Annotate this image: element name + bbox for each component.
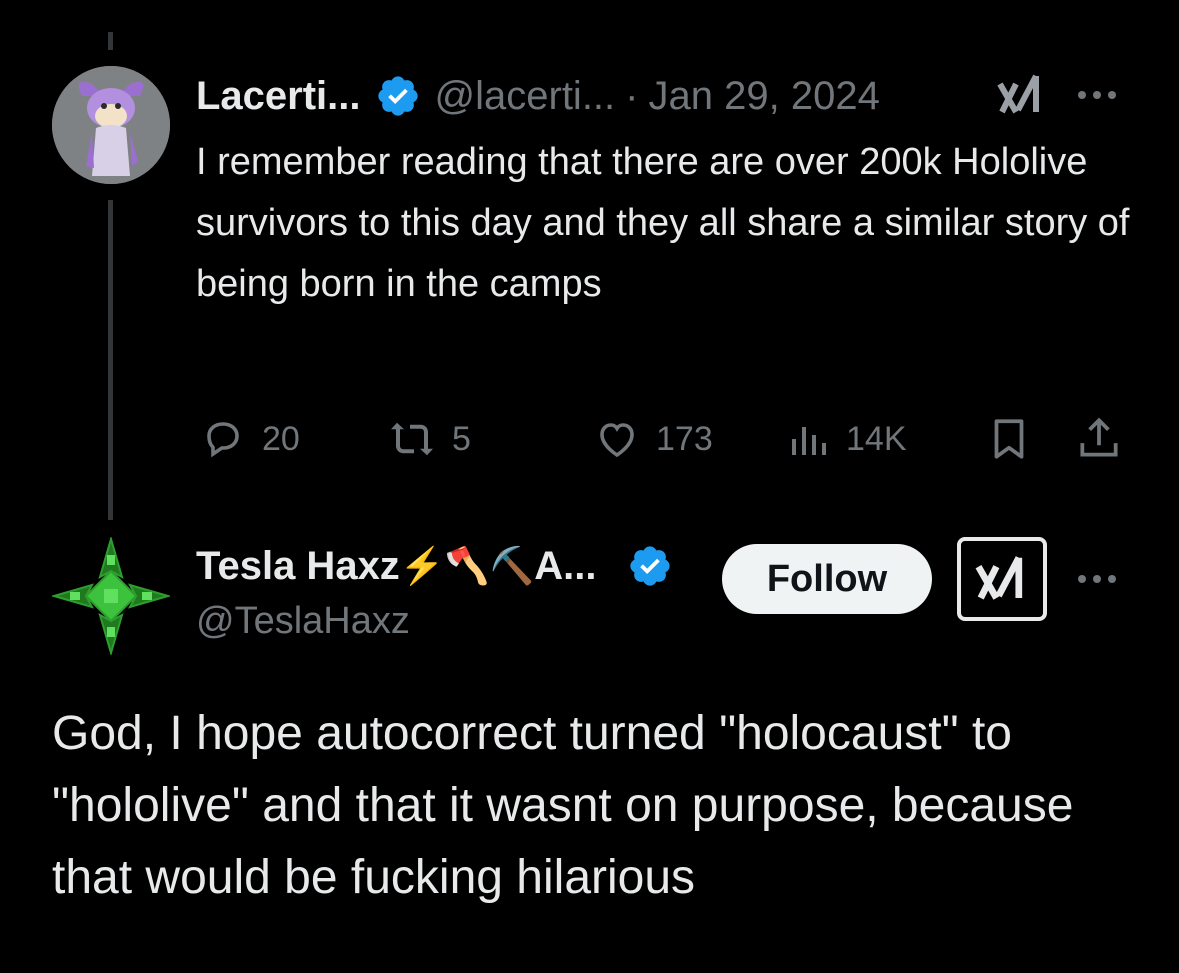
repost-action[interactable]: 5: [384, 414, 471, 464]
verified-badge-icon[interactable]: [375, 73, 421, 119]
tweet2-header: Tesla Haxz ⚡🪓⛏️ A...: [196, 538, 673, 594]
grok-button[interactable]: [957, 537, 1047, 621]
grok-icon: [975, 556, 1023, 600]
tweet1-actions: 20 5 173 14K: [196, 414, 1126, 464]
bookmark-action[interactable]: [984, 414, 1034, 464]
tweet2-text: God, I hope autocorrect turned "holocaus…: [52, 707, 1074, 904]
follow-button[interactable]: Follow: [722, 544, 932, 614]
views-count: 14K: [846, 419, 907, 458]
more-icon[interactable]: [1074, 566, 1120, 592]
separator-dot: ·: [625, 73, 639, 118]
views-icon: [792, 427, 826, 455]
avatar-teslahaxz[interactable]: [50, 535, 172, 657]
reply-count: 20: [262, 419, 300, 458]
tweet1-text: I remember reading that there are over 2…: [196, 141, 1130, 305]
tweet-date[interactable]: Jan 29, 2024: [649, 74, 880, 119]
reply-action[interactable]: 20: [196, 414, 300, 464]
tweet1-header: Lacerti... @lacerti... · Jan 29, 2024: [196, 68, 880, 124]
thread-line: [108, 200, 113, 520]
display-name[interactable]: Lacerti...: [196, 74, 361, 119]
more-icon[interactable]: [1074, 82, 1120, 108]
views-action[interactable]: 14K: [786, 414, 907, 464]
handle[interactable]: @lacerti...: [435, 74, 616, 119]
like-icon: [600, 423, 634, 458]
grok-icon[interactable]: [996, 72, 1046, 118]
thread-line-top: [108, 32, 113, 50]
like-action[interactable]: 173: [590, 414, 713, 464]
display-name-suffix[interactable]: A...: [534, 544, 596, 589]
name-emojis: ⚡🪓⛏️: [399, 545, 535, 586]
avatar-lacerti[interactable]: [52, 66, 170, 184]
bookmark-icon: [994, 419, 1024, 459]
reply-icon: [207, 422, 239, 458]
repost-icon: [391, 422, 433, 456]
repost-count: 5: [452, 419, 471, 458]
share-action[interactable]: [1074, 414, 1124, 464]
like-count: 173: [656, 419, 713, 458]
handle[interactable]: @TeslaHaxz: [196, 600, 410, 643]
verified-badge-icon[interactable]: [627, 543, 673, 589]
share-icon: [1080, 417, 1118, 457]
display-name[interactable]: Tesla Haxz: [196, 544, 400, 589]
